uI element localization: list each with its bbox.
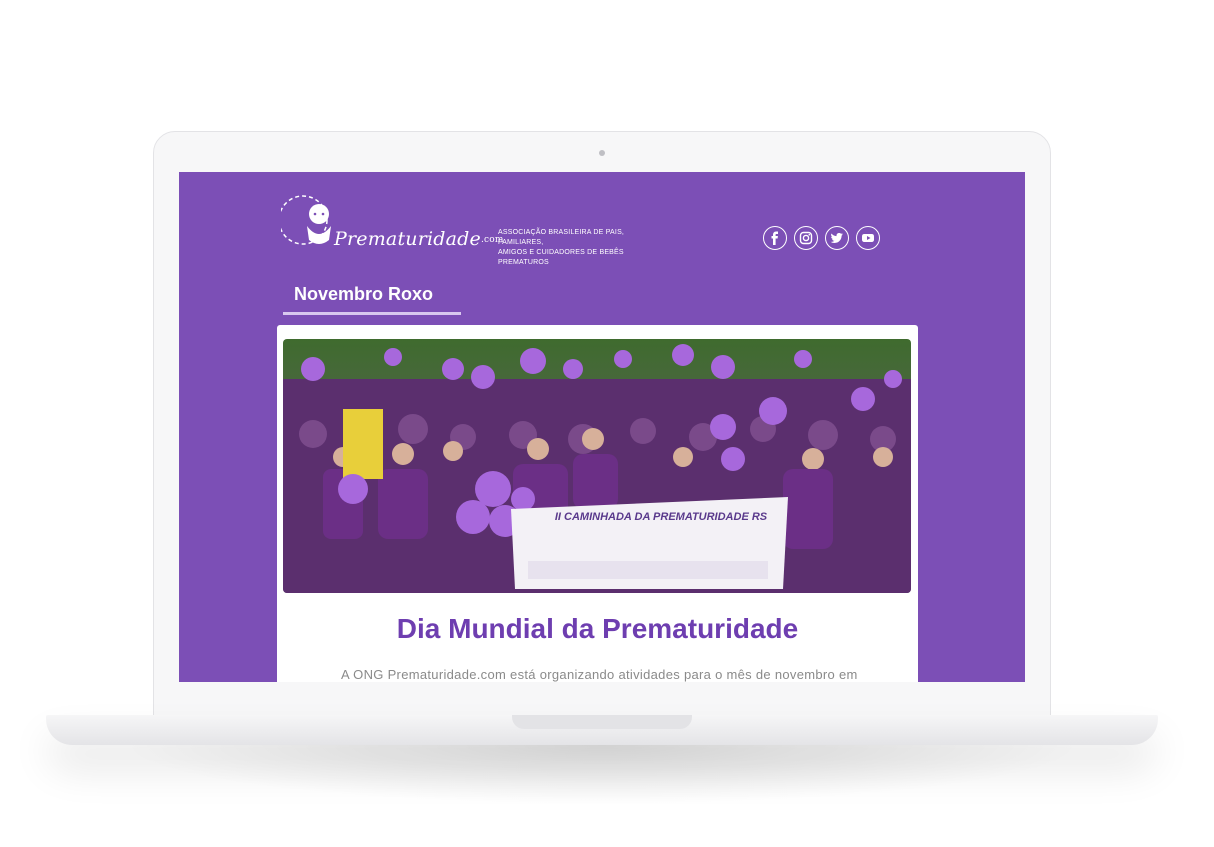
tagline: ASSOCIAÇÃO BRASILEIRA DE PAIS, FAMILIARE… — [498, 228, 668, 268]
section-underline — [283, 312, 461, 315]
social-links — [763, 226, 880, 250]
tagline-line-1: ASSOCIAÇÃO BRASILEIRA DE PAIS, FAMILIARE… — [498, 229, 625, 246]
laptop-shadow — [120, 745, 1084, 805]
banner-text: II CAMINHADA DA PREMATURIDADE RS — [554, 511, 768, 523]
twitter-link[interactable] — [825, 226, 849, 250]
article-body: A ONG Prematuridade.com está organizando… — [341, 667, 858, 682]
instagram-link[interactable] — [794, 226, 818, 250]
logo-wordmark[interactable]: Prematuridade.com — [334, 228, 504, 250]
logo-name: Prematuridade — [334, 228, 481, 250]
tagline-line-2: AMIGOS E CUIDADORES DE BEBÊS PREMATUROS — [498, 249, 624, 266]
event-photo[interactable]: II CAMINHADA DA PREMATURIDADE RS — [283, 339, 911, 593]
camera-dot — [599, 150, 605, 156]
section-title: Novembro Roxo — [294, 284, 434, 304]
youtube-link[interactable] — [856, 226, 880, 250]
article-card: II CAMINHADA DA PREMATURIDADE RS Dia Mun… — [277, 325, 918, 682]
screen: Prematuridade.com ASSOCIAÇÃO BRASILEIRA … — [179, 172, 1025, 682]
facebook-icon — [771, 231, 778, 245]
twitter-icon — [830, 233, 843, 243]
crowd-photo-image — [283, 339, 911, 593]
instagram-icon — [799, 231, 813, 245]
youtube-icon — [862, 234, 874, 242]
facebook-link[interactable] — [763, 226, 787, 250]
laptop-notch — [512, 715, 692, 729]
article-headline: Dia Mundial da Prematuridade — [396, 613, 799, 644]
